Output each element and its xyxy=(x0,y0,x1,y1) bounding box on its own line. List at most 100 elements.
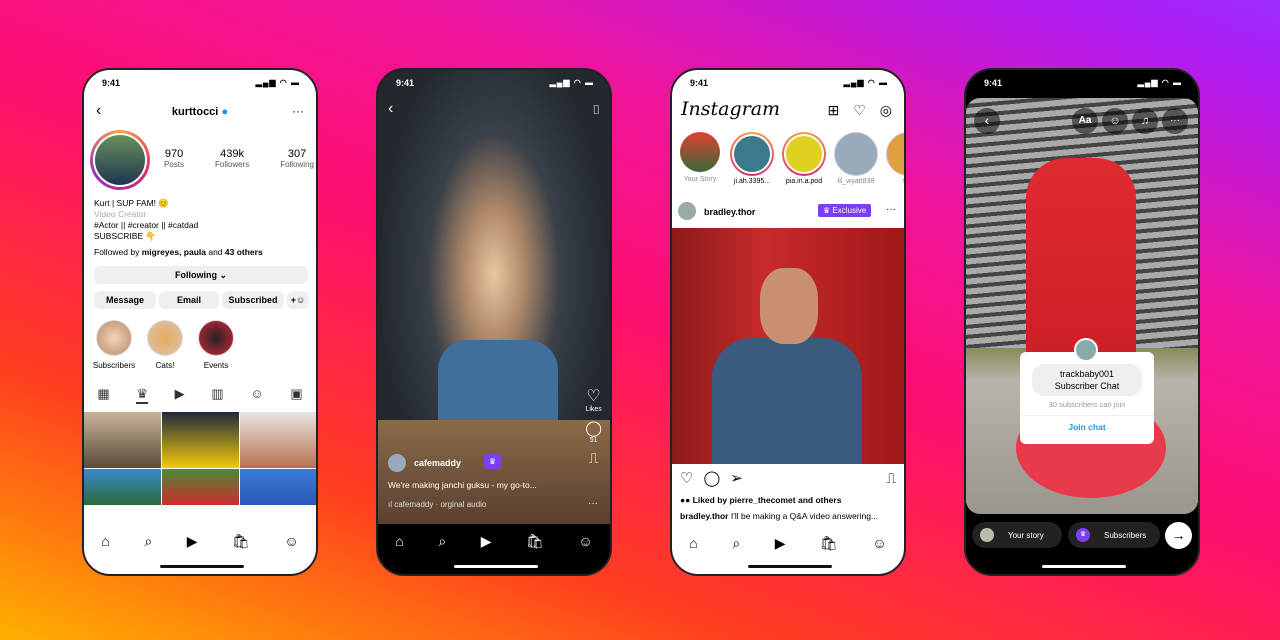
liked-by[interactable]: ●● Liked by pierre_thecomet and others xyxy=(680,495,841,505)
effects-tab-icon[interactable]: ☺ xyxy=(250,386,263,404)
profile-bio: Kurt | SUP FAM! 😊 Video Creator #Actor |… xyxy=(94,198,263,258)
grid-post[interactable] xyxy=(162,412,239,468)
profile-avatar[interactable] xyxy=(90,130,150,190)
following-button[interactable]: Following ⌄ xyxy=(94,266,308,284)
more-icon[interactable]: ··· xyxy=(292,104,304,118)
story-item[interactable]: sap xyxy=(886,132,904,185)
home-icon[interactable]: ⌂ xyxy=(395,533,403,549)
reels-icon[interactable]: ▶ xyxy=(187,533,198,550)
reels-tab-icon[interactable]: ▶ xyxy=(175,386,185,404)
post-caption[interactable]: bradley.thor I'll be making a Q&A video … xyxy=(680,511,878,521)
text-tool-button[interactable]: Aa xyxy=(1072,108,1098,134)
message-button[interactable]: Message xyxy=(94,291,156,309)
new-post-icon[interactable]: ⊞ xyxy=(827,102,839,119)
reel-audio[interactable]: ıl cafemaddy · orginal audio xyxy=(388,500,486,509)
subscriber-chat-sticker[interactable]: trackbaby001 Subscriber Chat 30 subscribe… xyxy=(1020,352,1154,444)
reel-username[interactable]: cafemaddy xyxy=(414,458,461,468)
profile-stats: 970 Posts 439k Followers 307 Following xyxy=(164,148,314,169)
chat-avatar xyxy=(1074,338,1098,362)
grid-post[interactable] xyxy=(240,412,316,468)
profile-icon[interactable]: ☺ xyxy=(872,535,886,551)
reel-avatar[interactable] xyxy=(388,454,406,472)
story-item[interactable]: lil_wyatt838 xyxy=(834,132,878,185)
instagram-logo: Instagram xyxy=(681,98,781,120)
share-icon[interactable]: ➢ xyxy=(730,469,743,487)
highlight-subscribers[interactable] xyxy=(96,320,132,356)
join-chat-button[interactable]: Join chat xyxy=(1020,415,1154,432)
shop-icon[interactable]: 🛍 xyxy=(232,533,250,550)
profile-icon[interactable]: ☺ xyxy=(284,533,298,549)
highlight-cats[interactable] xyxy=(147,320,183,356)
stat-following[interactable]: 307 Following xyxy=(280,148,314,169)
bottom-nav: ⌂ ⌕ ▶ 🛍 ☺ xyxy=(672,528,904,558)
heart-icon[interactable]: ♡ xyxy=(853,102,866,119)
save-icon[interactable]: ⎍ xyxy=(886,470,896,487)
bottom-nav: ⌂ ⌕ ▶ 🛍 ☺ xyxy=(84,526,316,556)
crown-icon: ♛ xyxy=(1076,528,1090,542)
grid-post[interactable] xyxy=(162,469,239,505)
phone-story: 9:41 ▂▄▆ ◠ ▬ ‹ Aa ☺ ♫ ··· trackbaby001 Sub… xyxy=(964,68,1200,576)
post-username[interactable]: bradley.thor xyxy=(704,207,755,217)
grid-post[interactable] xyxy=(240,469,316,505)
bottom-nav: ⌂ ⌕ ▶ 🛍 ☺ xyxy=(378,526,610,556)
crown-tab-icon[interactable]: ♛ xyxy=(136,386,148,404)
add-user-icon[interactable]: +☺ xyxy=(287,291,309,309)
crown-badge-icon: ♛ xyxy=(484,454,501,469)
post-image[interactable] xyxy=(672,228,904,464)
phone-reel: 9:41 ▂▄▆ ◠ ▬ ‹ ⌷ ♡ Likes ◯ 51 ⎍ cafemaddy ♛… xyxy=(376,68,612,576)
subscribers-button[interactable]: ♛ Subscribers xyxy=(1068,522,1160,548)
story-image[interactable] xyxy=(966,98,1198,514)
email-button[interactable]: Email xyxy=(159,291,219,309)
like-icon[interactable]: ♡ xyxy=(585,386,602,406)
messenger-icon[interactable]: ◎ xyxy=(880,102,892,119)
back-icon[interactable]: ‹ xyxy=(388,100,393,118)
highlight-events[interactable] xyxy=(198,320,234,356)
phone-feed: 9:41 ▂▄▆ ◠ ▬ Instagram ⊞ ♡ ◎ Your Story ji.… xyxy=(670,68,906,576)
camera-icon[interactable]: ⌷ xyxy=(592,102,600,118)
your-story-button[interactable]: Your story xyxy=(972,522,1062,548)
music-icon[interactable]: ♫ xyxy=(1132,108,1158,134)
stat-followers[interactable]: 439k Followers xyxy=(215,148,249,169)
back-icon[interactable]: ‹ xyxy=(974,108,1000,134)
comment-icon[interactable]: ◯ xyxy=(585,419,602,437)
more-icon[interactable]: ··· xyxy=(588,498,598,509)
shop-icon[interactable]: 🛍 xyxy=(820,535,838,552)
grid-post[interactable] xyxy=(84,469,161,505)
search-icon[interactable]: ⌕ xyxy=(732,535,740,552)
home-icon[interactable]: ⌂ xyxy=(101,533,109,549)
exclusive-badge: ♛ Exclusive xyxy=(818,204,872,217)
shop-icon[interactable]: 🛍 xyxy=(526,533,544,550)
comment-icon[interactable]: ◯ xyxy=(703,469,720,487)
story-item[interactable]: Your Story xyxy=(678,132,722,185)
like-icon[interactable]: ♡ xyxy=(680,469,693,487)
story-item[interactable]: pia.in.a.pod xyxy=(782,132,826,185)
guides-tab-icon[interactable]: ▥ xyxy=(211,386,223,404)
signal-battery-icon: ▂▄▆ ◠ ▬ xyxy=(255,78,300,87)
grid-tab-icon[interactable]: ▦ xyxy=(97,386,109,404)
reels-icon[interactable]: ▶ xyxy=(481,533,492,550)
reels-icon[interactable]: ▶ xyxy=(775,535,786,552)
stories-row: Your Story ji.ah.3395... pia.in.a.pod li… xyxy=(678,132,904,185)
stat-posts[interactable]: 970 Posts xyxy=(164,148,184,169)
story-item[interactable]: ji.ah.3395... xyxy=(730,132,774,185)
search-icon[interactable]: ⌕ xyxy=(438,533,446,550)
subscribed-button[interactable]: Subscribed xyxy=(222,291,284,309)
tagged-tab-icon[interactable]: ▣ xyxy=(290,386,302,404)
profile-username: kurttocci xyxy=(171,106,219,118)
reel-caption[interactable]: We're making janchi guksu - my go-to... xyxy=(388,480,537,490)
profile-tabs: ▦ ♛ ▶ ▥ ☺ ▣ xyxy=(84,386,316,404)
home-icon[interactable]: ⌂ xyxy=(689,535,697,551)
grid-post[interactable] xyxy=(84,412,161,468)
home-indicator xyxy=(160,565,244,568)
more-icon[interactable]: ··· xyxy=(886,204,896,215)
post-avatar[interactable] xyxy=(678,202,696,220)
status-time: 9:41 xyxy=(102,78,121,88)
sticker-icon[interactable]: ☺ xyxy=(1102,108,1128,134)
more-icon[interactable]: ··· xyxy=(1162,108,1188,134)
send-arrow-icon[interactable]: → xyxy=(1165,522,1192,549)
search-icon[interactable]: ⌕ xyxy=(144,533,152,550)
profile-icon[interactable]: ☺ xyxy=(578,533,592,549)
verified-icon: ● xyxy=(221,106,229,118)
followed-by[interactable]: Followed by migreyes, paula and 43 other… xyxy=(94,247,263,258)
save-icon[interactable]: ⎍ xyxy=(585,450,602,467)
